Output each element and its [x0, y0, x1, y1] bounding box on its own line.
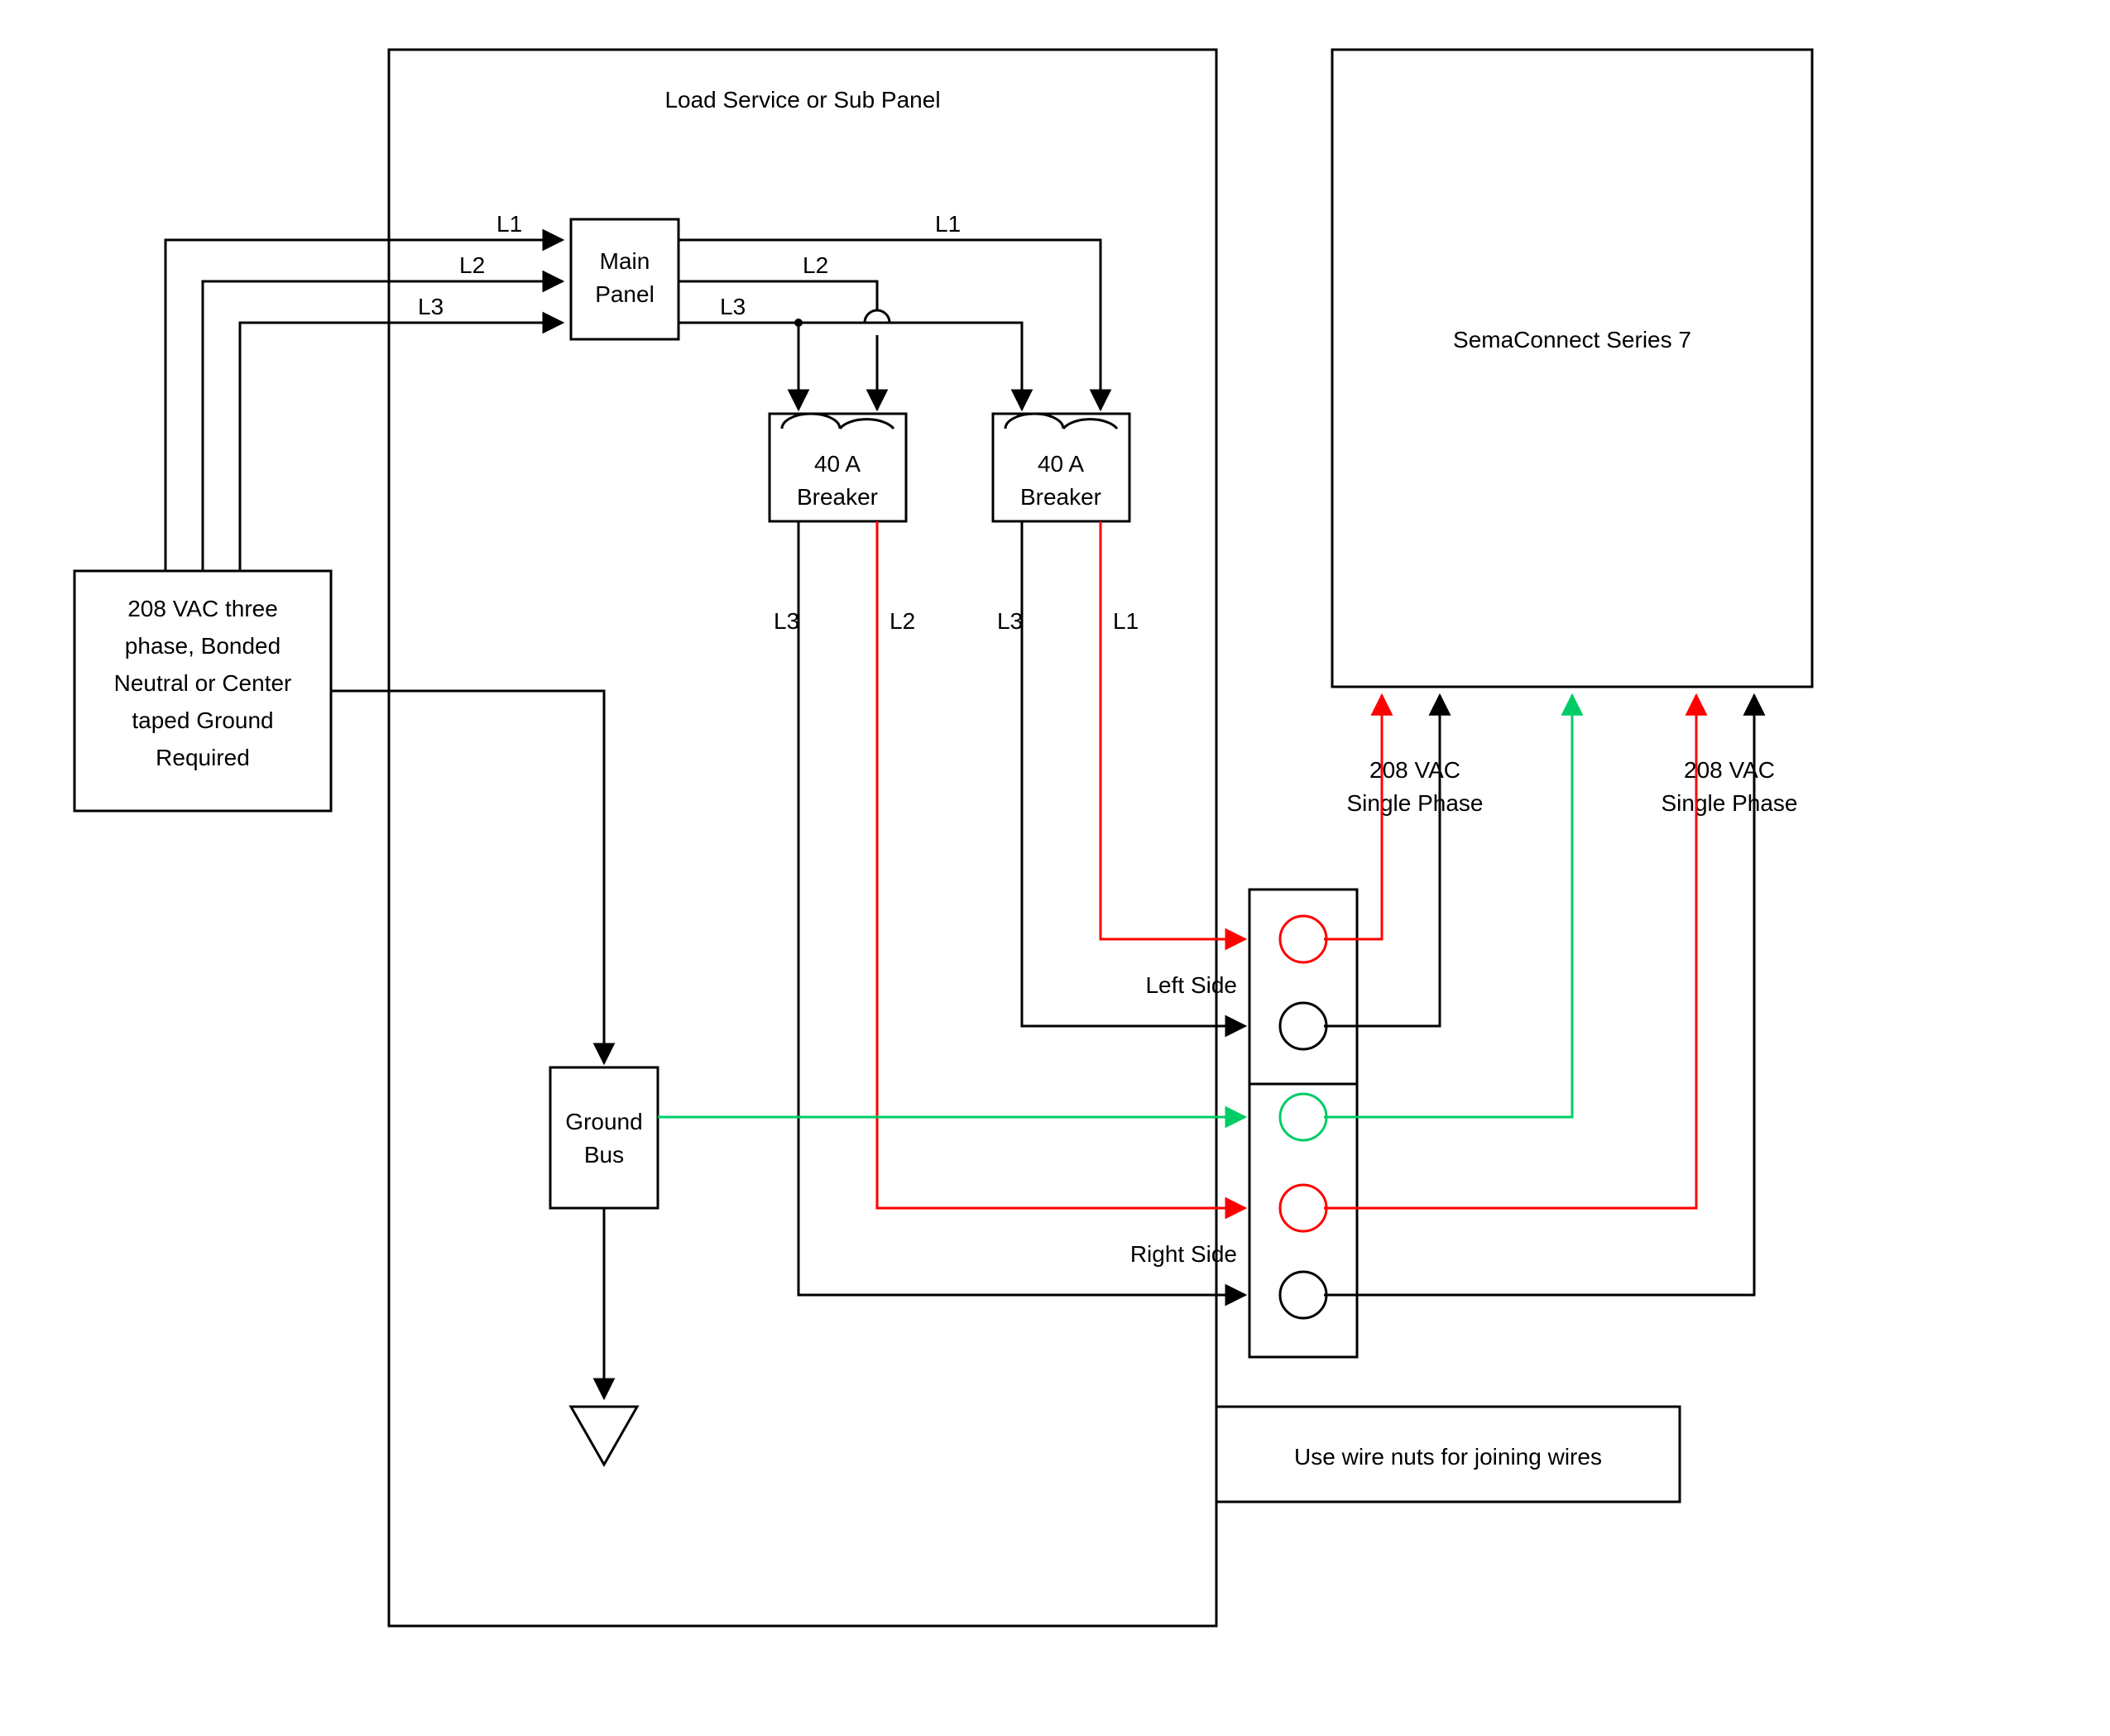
- breaker-2-l1: 40 A: [1038, 451, 1084, 477]
- source-l2: phase, Bonded: [125, 633, 281, 659]
- label-b2-l1: L1: [1113, 608, 1139, 634]
- terminal-4: [1280, 1185, 1326, 1231]
- breaker-1-l1: 40 A: [814, 451, 861, 477]
- wiring-diagram: Load Service or Sub Panel 208 VAC three …: [0, 0, 2110, 1736]
- label-out-l1: L1: [935, 211, 961, 237]
- breaker-2-l2: Breaker: [1020, 484, 1101, 510]
- terminal-5: [1280, 1272, 1326, 1318]
- sema-label: SemaConnect Series 7: [1453, 327, 1691, 352]
- source-l3: Neutral or Center: [114, 670, 292, 696]
- left-side-label: Left Side: [1145, 972, 1237, 998]
- main-panel-l1: Main: [600, 248, 650, 274]
- sub-panel-title: Load Service or Sub Panel: [664, 87, 940, 113]
- sema-box: [1332, 50, 1812, 687]
- ground-bus-box: [550, 1067, 658, 1208]
- right-side-label: Right Side: [1130, 1241, 1237, 1267]
- sub-panel-box: [389, 50, 1216, 1626]
- phase1-l2: Single Phase: [1346, 790, 1483, 816]
- phase2-l2: Single Phase: [1661, 790, 1797, 816]
- source-l5: Required: [156, 745, 250, 770]
- label-out-l2: L2: [803, 252, 828, 278]
- wire-t5-sema: [1324, 695, 1754, 1295]
- label-out-l3: L3: [720, 294, 746, 319]
- label-in-l3: L3: [418, 294, 444, 319]
- wire-nuts-label: Use wire nuts for joining wires: [1294, 1444, 1602, 1470]
- terminal-1: [1280, 916, 1326, 962]
- source-l1: 208 VAC three: [127, 596, 278, 621]
- label-in-l1: L1: [496, 211, 522, 237]
- label-b1-l3: L3: [774, 608, 799, 634]
- breaker-1-l2: Breaker: [797, 484, 878, 510]
- label-b2-l3: L3: [997, 608, 1023, 634]
- main-panel-l2: Panel: [595, 281, 655, 307]
- source-l4: taped Ground: [132, 707, 273, 733]
- label-b1-l2: L2: [890, 608, 915, 634]
- main-panel-box: [571, 219, 679, 339]
- terminal-3: [1280, 1094, 1326, 1140]
- ground-bus-l2: Bus: [584, 1142, 624, 1168]
- ground-bus-l1: Ground: [565, 1109, 642, 1134]
- label-in-l2: L2: [459, 252, 485, 278]
- node-l3-split: [794, 319, 803, 327]
- terminal-2: [1280, 1003, 1326, 1049]
